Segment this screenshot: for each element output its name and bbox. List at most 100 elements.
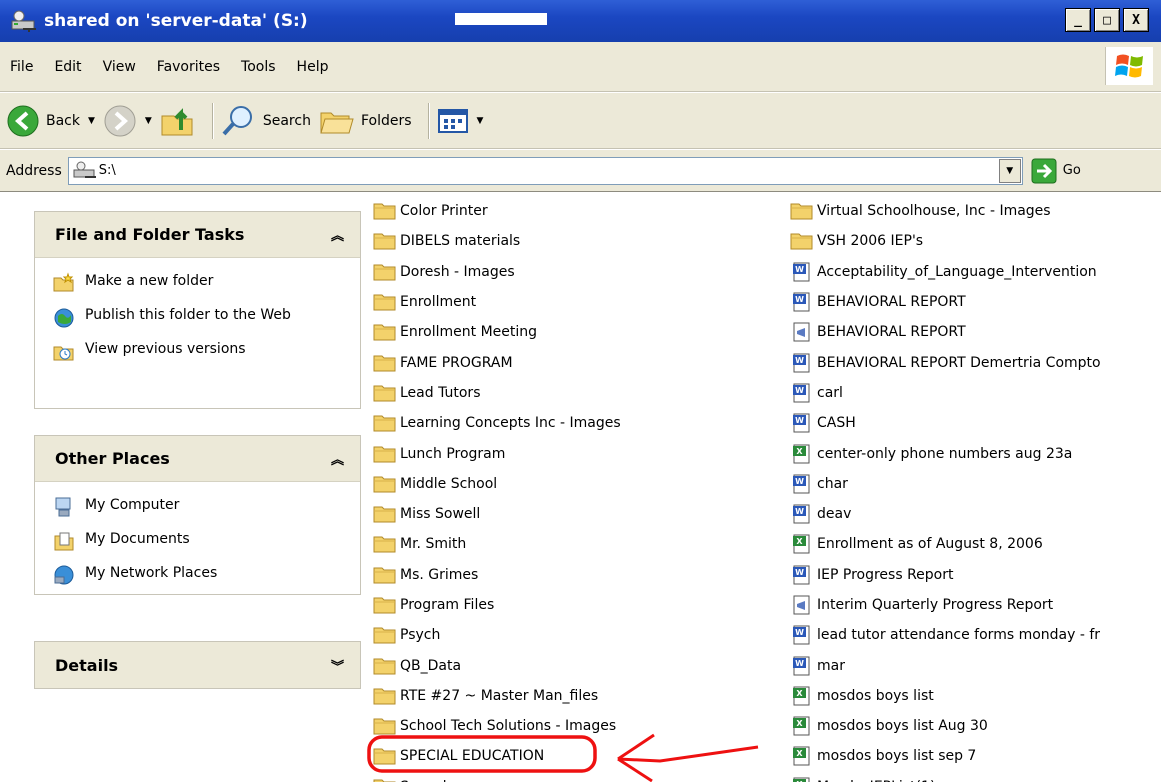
file-item[interactable]: W BEHAVIORAL REPORT [790, 287, 1161, 317]
place-label: My Computer [85, 497, 180, 513]
folder-item[interactable]: DIBELS materials [373, 226, 773, 256]
file-item[interactable]: W CASH [790, 408, 1161, 438]
folders-icon [320, 112, 354, 133]
address-bar: Address ▼ Go [0, 150, 1161, 192]
folder-item[interactable]: FAME PROGRAM [373, 347, 773, 377]
maximize-button[interactable]: □ [1094, 8, 1120, 32]
file-item[interactable]: W BEHAVIORAL REPORT Demertria Compto [790, 347, 1161, 377]
place-my-network-places[interactable]: My Network Places [53, 564, 350, 586]
folder-item[interactable]: Ms. Grimes [373, 560, 773, 590]
folder-item[interactable]: Enrollment [373, 287, 773, 317]
folder-icon [373, 385, 396, 402]
menu-view[interactable]: View [103, 59, 136, 75]
close-button[interactable]: X [1123, 8, 1149, 32]
folder-item[interactable]: Psych [373, 620, 773, 650]
menu-edit[interactable]: Edit [54, 59, 81, 75]
folder-icon [373, 597, 396, 614]
content-area: File and Folder Tasks ︽ Make a new folde… [0, 193, 1161, 782]
menu-help[interactable]: Help [297, 59, 329, 75]
folder-item[interactable]: Enrollment Meeting [373, 317, 773, 347]
file-item[interactable]: Xmosdos boys list sep 7 [790, 741, 1161, 771]
views-button[interactable]: ▼ [437, 107, 484, 135]
folders-button[interactable]: Folders [319, 105, 412, 137]
menu-file[interactable]: File [10, 59, 33, 75]
folder-item[interactable]: Miss Sowell [373, 499, 773, 529]
folder-item[interactable]: RTE #27 ~ Master Man_files [373, 681, 773, 711]
folders-label: Folders [360, 112, 412, 129]
folder-item[interactable]: Doresh - Images [373, 257, 773, 287]
other-places-title: Other Places [55, 449, 170, 468]
svg-text:W: W [795, 416, 804, 425]
file-list-column-left: Color Printer DIBELS materials Doresh - Im… [373, 196, 773, 782]
minimize-button[interactable]: _ [1065, 8, 1091, 32]
file-name: mosdos boys list Aug 30 [817, 718, 988, 735]
go-button[interactable]: Go [1031, 158, 1081, 184]
task-view-previous-versions[interactable]: View previous versions [53, 340, 350, 362]
file-item[interactable]: Wchar [790, 469, 1161, 499]
file-item[interactable]: Xcenter-only phone numbers aug 23a [790, 438, 1161, 468]
file-item[interactable]: Xmosdos boys list [790, 681, 1161, 711]
file-name: Interim Quarterly Progress Report [817, 597, 1054, 613]
collapse-chevron-icon[interactable]: ︽ [331, 449, 344, 468]
file-item[interactable]: Wcarl [790, 378, 1161, 408]
place-my-computer[interactable]: My Computer [53, 496, 350, 518]
folder-item[interactable]: Learning Concepts Inc - Images [373, 408, 773, 438]
back-dropdown-icon[interactable]: ▼ [88, 116, 95, 126]
title-bar[interactable]: shared on 'server-data' (S:) _ □ X [0, 0, 1161, 42]
expand-chevron-icon[interactable]: ︾ [331, 656, 344, 675]
folder-item[interactable]: QB_Data [373, 650, 773, 680]
folder-item[interactable]: Color Printer [373, 196, 773, 226]
folder-icon [373, 355, 396, 372]
collapse-chevron-icon[interactable]: ︽ [331, 225, 344, 244]
up-folder-button[interactable] [160, 104, 196, 138]
file-item[interactable]: W IEP Progress Report [790, 560, 1161, 590]
folder-icon [790, 233, 813, 250]
file-item[interactable]: X Enrollment as of August 8, 2006 [790, 529, 1161, 559]
folder-icon [373, 718, 396, 735]
menu-tools[interactable]: Tools [241, 59, 276, 75]
folder-item[interactable]: Lead Tutors [373, 378, 773, 408]
go-label: Go [1062, 163, 1081, 178]
views-dropdown-icon[interactable]: ▼ [477, 116, 484, 126]
svg-text:W: W [795, 659, 804, 668]
forward-button[interactable]: ▼ [103, 104, 152, 138]
task-publish-folder[interactable]: Publish this folder to the Web [53, 306, 350, 328]
svg-text:X: X [796, 689, 803, 698]
folder-item[interactable]: Middle School [373, 469, 773, 499]
file-folder-tasks-header[interactable]: File and Folder Tasks ︽ [35, 212, 360, 258]
file-name: SPECIAL EDUCATION [400, 748, 545, 765]
word-document-icon: W [793, 292, 810, 312]
task-label: View previous versions [85, 341, 246, 357]
forward-dropdown-icon[interactable]: ▼ [145, 116, 152, 126]
search-button[interactable]: Search [221, 104, 311, 138]
task-make-new-folder[interactable]: Make a new folder [53, 272, 350, 294]
file-item[interactable]: BEHAVIORAL REPORT [790, 317, 1161, 347]
svg-text:X: X [796, 749, 803, 758]
folder-item[interactable]: Mr. Smith [373, 529, 773, 559]
folder-item[interactable]: Virtual Schoolhouse, Inc - Images [790, 196, 1161, 226]
place-my-documents[interactable]: My Documents [53, 530, 350, 552]
folder-item[interactable]: VSH 2006 IEP's [790, 226, 1161, 256]
other-places-header[interactable]: Other Places ︽ [35, 436, 360, 482]
menu-favorites[interactable]: Favorites [157, 59, 220, 75]
file-item[interactable]: XMosdosIEPList(1) [790, 772, 1161, 782]
file-name: QB_Data [400, 657, 462, 674]
folder-item[interactable]: Speech [373, 772, 773, 782]
file-item[interactable]: Xmosdos boys list Aug 30 [790, 711, 1161, 741]
folder-item[interactable]: Program Files [373, 590, 773, 620]
folder-item[interactable]: School Tech Solutions - Images [373, 711, 773, 741]
file-folder-tasks-title: File and Folder Tasks [55, 225, 245, 244]
file-item[interactable]: Wdeav [790, 499, 1161, 529]
folder-item[interactable]: SPECIAL EDUCATION [373, 741, 773, 771]
details-header[interactable]: Details ︾ [35, 642, 360, 688]
address-field[interactable]: ▼ [67, 156, 1023, 185]
file-item[interactable]: Wlead tutor attendance forms monday - fr [790, 620, 1161, 650]
address-dropdown-icon[interactable]: ▼ [998, 158, 1021, 183]
folder-icon [373, 627, 396, 644]
folder-item[interactable]: Lunch Program [373, 438, 773, 468]
address-input[interactable] [96, 162, 997, 179]
file-item[interactable]: W Acceptability_of_Language_Intervention [790, 257, 1161, 287]
file-item[interactable]: Wmar [790, 650, 1161, 680]
file-item[interactable]: Interim Quarterly Progress Report [790, 590, 1161, 620]
back-button[interactable]: Back ▼ [6, 104, 95, 138]
